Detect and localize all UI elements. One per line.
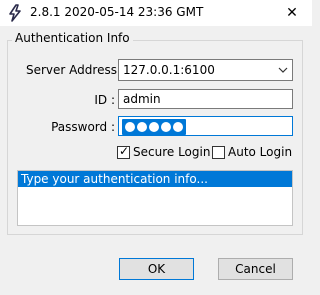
server-address-select[interactable]: 127.0.0.1:6100 <box>118 59 293 81</box>
checkmark-icon: ✓ <box>119 144 130 158</box>
id-input[interactable]: admin <box>118 89 293 109</box>
secure-login-checkbox[interactable]: ✓ <box>117 144 130 159</box>
password-dot <box>137 122 147 132</box>
group-legend: Authentication Info <box>12 31 133 45</box>
info-message-box: Type your authentication info... <box>17 170 293 226</box>
close-icon: ✕ <box>286 5 298 21</box>
secure-login-label[interactable]: Secure Login <box>133 145 210 159</box>
id-value: admin <box>123 92 161 106</box>
lightning-logo-icon <box>9 4 21 22</box>
password-dot <box>161 122 171 132</box>
password-dot <box>149 122 159 132</box>
password-mask <box>122 119 186 135</box>
close-button[interactable]: ✕ <box>272 0 312 26</box>
password-dot <box>173 122 183 132</box>
password-input[interactable] <box>118 116 293 136</box>
login-dialog: 2.8.1 2020-05-14 23:36 GMT ✕ Authenticat… <box>0 0 312 295</box>
window-title: 2.8.1 2020-05-14 23:36 GMT <box>30 5 204 19</box>
chevron-down-icon <box>278 60 288 80</box>
auto-login-label[interactable]: Auto Login <box>228 145 292 159</box>
server-address-label: Server Address : <box>26 63 125 77</box>
server-address-value: 127.0.0.1:6100 <box>123 63 215 77</box>
info-message: Type your authentication info... <box>18 171 292 187</box>
cancel-button[interactable]: Cancel <box>218 258 293 280</box>
password-label: Password : <box>51 120 115 134</box>
id-label: ID : <box>94 93 115 107</box>
title-bar: 2.8.1 2020-05-14 23:36 GMT ✕ <box>0 0 312 26</box>
password-dot <box>125 122 135 132</box>
ok-button[interactable]: OK <box>119 258 194 280</box>
auto-login-checkbox[interactable] <box>212 146 225 159</box>
